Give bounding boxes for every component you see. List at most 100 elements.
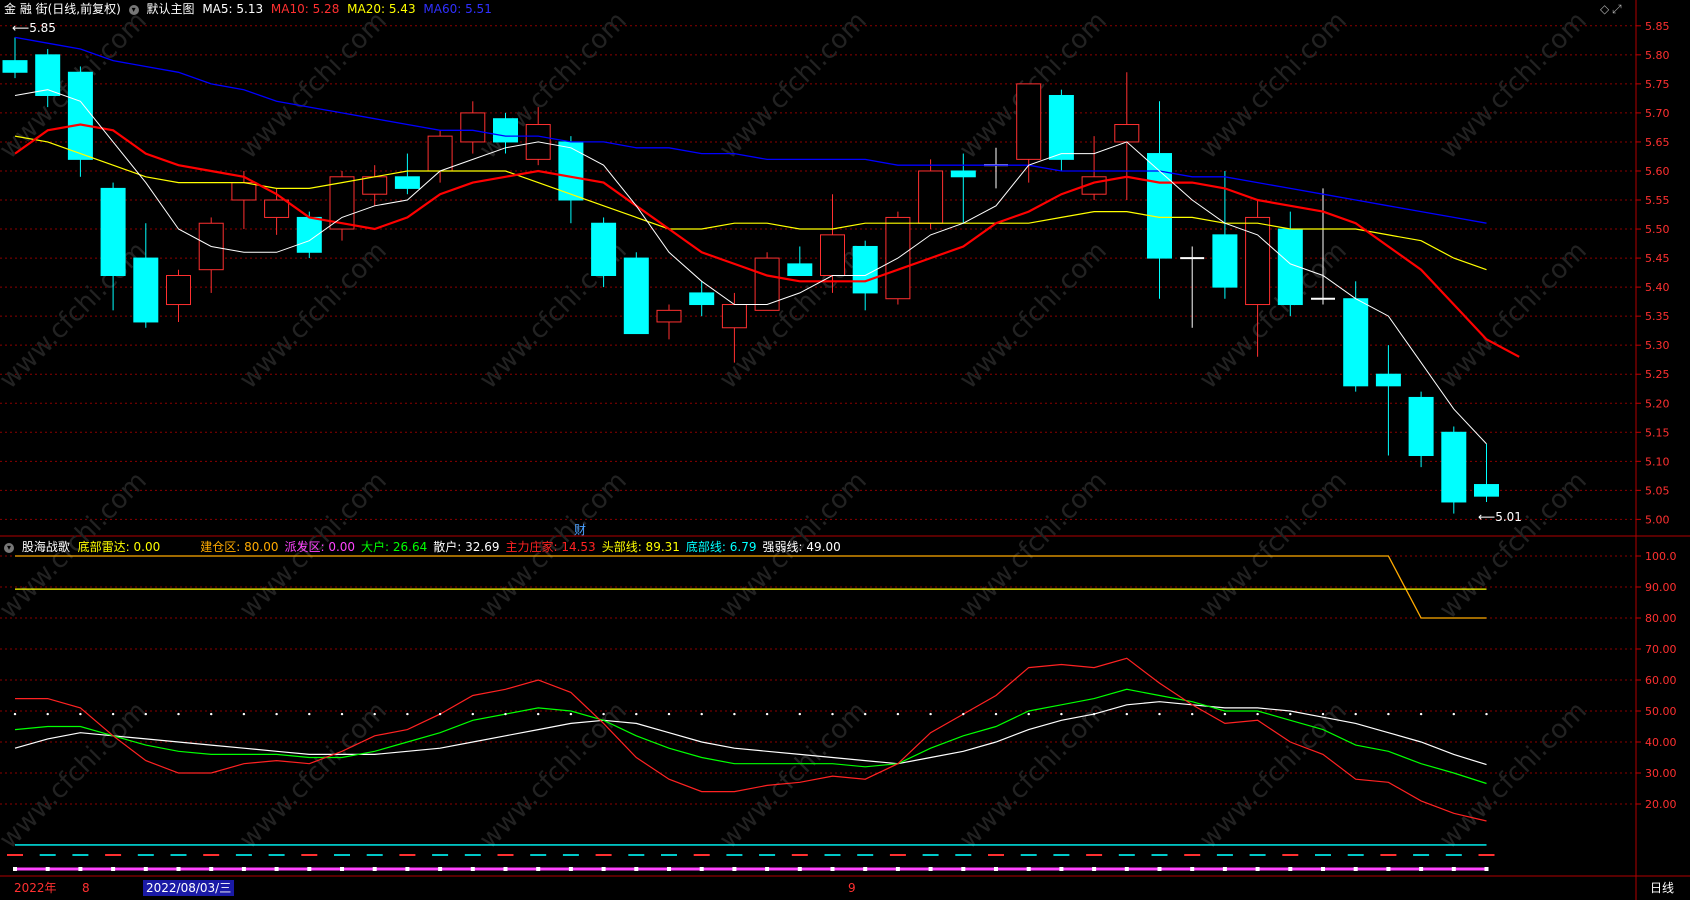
footer-month-9: 9 <box>848 881 856 895</box>
watermark: www.cfchi.com <box>0 696 153 855</box>
distribution-marker <box>1484 867 1489 871</box>
high-price-label: ⟵5.85 <box>12 21 56 35</box>
distribution-marker <box>372 867 377 871</box>
distribution-marker <box>307 867 312 871</box>
strong-weak-dot <box>962 712 965 716</box>
candle-body <box>787 263 813 276</box>
watermark: www.cfchi.com <box>714 696 873 855</box>
watermark: www.cfchi.com <box>954 696 1113 855</box>
candle-body <box>362 176 388 195</box>
price-tick-label: 5.55 <box>1645 194 1670 207</box>
distribution-marker <box>176 867 181 871</box>
watermark: www.cfchi.com <box>234 696 393 855</box>
finance-marker[interactable]: 财 <box>574 522 586 538</box>
candle-body <box>721 304 747 329</box>
diamond-icon[interactable]: ◇ <box>1600 1 1609 17</box>
indicator-tick-label: 50.00 <box>1645 705 1677 718</box>
price-tick-label: 5.05 <box>1645 484 1670 497</box>
watermark: www.cfchi.com <box>1194 6 1353 165</box>
price-tick-label: 5.25 <box>1645 368 1670 381</box>
candle-body <box>852 245 878 294</box>
cursor-date-label: 2022/08/03/三 <box>143 880 235 896</box>
strong-weak-dot <box>1452 712 1456 716</box>
strong-weak-dot <box>504 712 507 716</box>
main-chart-selector-icon[interactable]: ▾ <box>128 4 139 15</box>
strong-weak-dot <box>1060 712 1063 716</box>
strong-weak-dot <box>1092 712 1096 716</box>
indicator-header: ▾ 股海战歌 底部雷达: 0.00 建仓区: 80.00 派发区: 0.00 大户: … <box>4 539 851 555</box>
distribution-marker <box>340 867 344 871</box>
indicator-selector-icon[interactable]: ▾ <box>4 542 14 553</box>
indicator-tick-label: 30.00 <box>1645 767 1677 780</box>
indicator-tick-label: 70.00 <box>1645 643 1677 656</box>
strong-weak-dot <box>373 712 376 716</box>
watermark: www.cfchi.com <box>1434 696 1593 855</box>
distribution-marker <box>1157 867 1162 871</box>
distribution-marker <box>830 867 835 871</box>
strong-weak-dot <box>864 712 867 716</box>
distribution-marker <box>438 867 443 871</box>
candle-body <box>1441 431 1467 503</box>
price-tick-label: 5.15 <box>1645 426 1670 439</box>
price-tick-label: 5.20 <box>1645 397 1670 410</box>
distribution-marker <box>699 867 704 871</box>
candle-body <box>754 257 780 311</box>
strong-weak-dot <box>242 712 246 716</box>
candle-body <box>493 118 518 143</box>
candle-body <box>1048 94 1074 160</box>
candle-body <box>918 170 944 224</box>
strong-weak-dot <box>1419 712 1423 716</box>
candle-body <box>591 222 617 276</box>
strong-weak-dot <box>1485 712 1488 716</box>
distribution-marker <box>503 867 508 871</box>
distribution-marker <box>1386 867 1391 871</box>
period-label[interactable]: 日线 <box>1650 880 1674 896</box>
kline-chart-canvas[interactable]: 5.85 5.80 5.75 5.70 5.65 5.60 5.55 5.50 5.45 5.40… <box>0 0 1690 900</box>
candle-body <box>820 234 845 277</box>
watermark: www.cfchi.com <box>0 236 153 395</box>
distribution-marker <box>405 867 410 871</box>
distribution-marker <box>470 867 475 871</box>
footer-month-8: 8 <box>82 881 90 895</box>
main-chart-label[interactable]: 默认主图 <box>146 2 194 16</box>
ma60-readout: MA60: 5.51 <box>423 2 492 16</box>
distribution-marker <box>536 867 541 871</box>
candle-body <box>950 170 976 178</box>
candle-body <box>231 182 257 201</box>
indicator-tick-label: 60.00 <box>1645 674 1677 687</box>
candle-body <box>656 309 682 323</box>
strong-weak-dot <box>700 712 703 716</box>
indicator-name[interactable]: 股海战歌 <box>22 540 70 554</box>
candle-body <box>100 187 126 276</box>
candle-body <box>2 60 28 73</box>
strong-weak-dot <box>896 712 900 716</box>
candle-body <box>1245 216 1271 306</box>
indicator-legend-item: 建仓区: 80.00 <box>200 540 279 554</box>
candle-body <box>394 176 420 189</box>
candle-body <box>264 199 290 218</box>
distribution-marker <box>45 867 50 871</box>
strong-weak-dot <box>1223 712 1227 716</box>
distribution-marker <box>961 867 966 871</box>
watermark: www.cfchi.com <box>474 696 633 855</box>
indicator-legend-item: 强弱线: 49.00 <box>762 540 841 554</box>
price-tick-label: 5.40 <box>1645 281 1670 294</box>
distribution-marker <box>1255 867 1260 871</box>
distribution-marker <box>274 867 279 871</box>
strong-weak-dot <box>929 712 932 716</box>
distribution-marker <box>568 867 573 871</box>
candle-body <box>1212 234 1238 288</box>
candle-body <box>623 257 649 335</box>
price-tick-label: 5.85 <box>1645 20 1670 33</box>
distribution-marker <box>1092 867 1097 871</box>
distribution-marker <box>797 867 802 871</box>
candle-body <box>1375 373 1401 387</box>
strong-weak-dot <box>765 712 769 716</box>
candle-body <box>460 112 486 143</box>
watermark: www.cfchi.com <box>1194 466 1353 625</box>
strong-weak-dot <box>406 712 409 716</box>
expand-icon[interactable]: ⤢ <box>1612 1 1622 17</box>
ma5-readout: MA5: 5.13 <box>202 2 264 16</box>
strong-weak-dot <box>733 712 736 716</box>
indicator-legend-item: 底部雷达: 0.00 <box>77 540 161 554</box>
